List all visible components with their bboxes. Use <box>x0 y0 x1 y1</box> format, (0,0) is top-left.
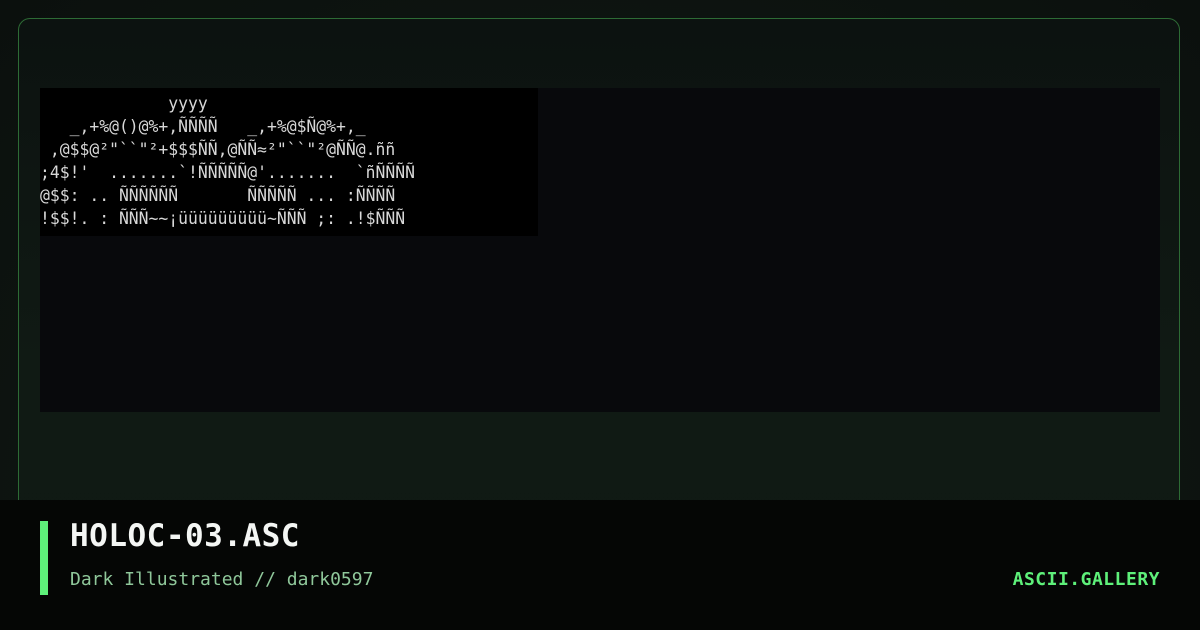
ascii-art-canvas: yyyy _,+%@()@%+,ÑÑÑÑ _,+%@$Ñ@%+,_ ,@$$@²… <box>40 88 538 236</box>
artwork-title: HOLOC-03.ASC <box>70 518 300 554</box>
accent-bar <box>40 521 48 595</box>
site-brand[interactable]: ASCII.GALLERY <box>1013 569 1160 590</box>
artwork-subtitle: Dark Illustrated // dark0597 <box>70 569 374 590</box>
ascii-art: yyyy _,+%@()@%+,ÑÑÑÑ _,+%@$Ñ@%+,_ ,@$$@²… <box>40 94 415 228</box>
artwork-panel: yyyy _,+%@()@%+,ÑÑÑÑ _,+%@$Ñ@%+,_ ,@$$@²… <box>40 88 1160 412</box>
footer-bar: HOLOC-03.ASC Dark Illustrated // dark059… <box>0 500 1200 630</box>
